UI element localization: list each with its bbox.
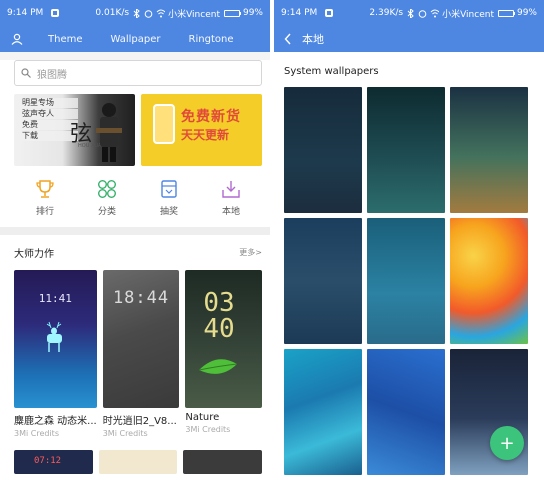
title-bar: 本地 bbox=[274, 26, 544, 52]
banner-music-promo[interactable]: 明星专场 弦声夺人 免费 下载 弦 HOU XUAN bbox=[14, 94, 135, 166]
network-speed: 2.39K/s bbox=[369, 8, 404, 18]
theme-card-partial[interactable] bbox=[98, 450, 178, 474]
phone-illustration bbox=[153, 104, 175, 144]
more-link[interactable]: 更多> bbox=[239, 247, 262, 258]
notification-icon bbox=[50, 9, 59, 18]
ticket-icon bbox=[158, 178, 180, 200]
network-speed: 0.01K/s bbox=[95, 8, 130, 18]
theme-preview: 03 40 bbox=[185, 270, 262, 408]
banner-free-title: 免费新货 bbox=[181, 109, 241, 125]
more-theme-cards: 07:12 bbox=[14, 450, 263, 474]
section-title: 大师力作 bbox=[14, 249, 54, 260]
theme-price: 3Mi Credits bbox=[185, 425, 231, 434]
alarm-icon bbox=[418, 9, 427, 18]
quick-link-lottery[interactable]: 抽奖 bbox=[149, 178, 189, 217]
tab-ringtone[interactable]: Ringtone bbox=[175, 34, 248, 45]
wallpaper-content: System wallpapers + bbox=[274, 52, 544, 480]
user-icon[interactable] bbox=[0, 33, 34, 45]
theme-store-screen: 9:14 PM 0.01K/s 小米Vincent 99% Theme Wall… bbox=[0, 0, 270, 480]
theme-card[interactable]: 03 40 Nature 3Mi Credits bbox=[185, 270, 262, 438]
search-placeholder: 狼图腾 bbox=[37, 69, 67, 81]
preview-clock: 03 40 bbox=[203, 290, 234, 342]
wallpaper-thumbnail[interactable] bbox=[367, 218, 445, 344]
tab-theme[interactable]: Theme bbox=[34, 34, 97, 45]
bluetooth-icon bbox=[132, 8, 141, 18]
quick-link-label: 排行 bbox=[35, 207, 54, 217]
banner-free-new[interactable]: 免费新货 天天更新 bbox=[141, 94, 262, 166]
leaf-illustration bbox=[199, 359, 238, 374]
status-time: 9:14 PM bbox=[281, 8, 318, 18]
notification-icon bbox=[324, 9, 333, 18]
wifi-icon bbox=[430, 9, 440, 18]
quick-link-label: 抽奖 bbox=[159, 207, 178, 217]
search-icon bbox=[21, 68, 31, 78]
wallpaper-thumbnail[interactable] bbox=[367, 87, 445, 213]
deer-illustration bbox=[46, 321, 62, 352]
preview-clock-line: 40 bbox=[203, 314, 235, 344]
status-bar: 9:14 PM 0.01K/s 小米Vincent 99% bbox=[0, 0, 270, 26]
theme-card[interactable]: 11:41 麋鹿之森 动态米... 3Mi Credits bbox=[14, 270, 97, 438]
singer-image bbox=[96, 103, 122, 162]
wallpaper-thumbnail[interactable] bbox=[450, 87, 528, 213]
carrier-name: 小米Vincent bbox=[442, 9, 494, 20]
theme-price: 3Mi Credits bbox=[14, 429, 59, 438]
wallpaper-thumbnail[interactable] bbox=[284, 349, 362, 475]
battery-indicator: 99% bbox=[223, 8, 263, 18]
theme-name: Nature bbox=[185, 412, 220, 423]
section-divider bbox=[0, 227, 270, 235]
theme-card-partial[interactable] bbox=[183, 450, 263, 474]
wifi-icon bbox=[156, 9, 166, 18]
quick-link-local[interactable]: 本地 bbox=[211, 178, 251, 217]
search-input[interactable]: 狼图腾 bbox=[14, 60, 262, 86]
theme-cards: 11:41 麋鹿之森 动态米... 3Mi Credits 18:44 时光逍旧… bbox=[14, 270, 262, 438]
theme-price: 3Mi Credits bbox=[102, 429, 148, 438]
top-tabs-bar: Theme Wallpaper Ringtone bbox=[0, 26, 270, 52]
theme-name: 时光逍旧2_V8... bbox=[102, 416, 177, 427]
theme-content: 狼图腾 明星专场 弦声夺人 免费 下载 弦 HOU XUAN 免费新货 天天更新… bbox=[0, 60, 270, 480]
preview-clock-line: 03 bbox=[203, 288, 235, 318]
page-title: 本地 bbox=[302, 33, 324, 46]
quick-link-label: 本地 bbox=[221, 207, 240, 217]
status-bar: 9:14 PM 2.39K/s 小米Vincent 99% bbox=[274, 0, 544, 26]
carrier-name: 小米Vincent bbox=[168, 9, 220, 20]
theme-preview: 18:44 bbox=[102, 270, 180, 408]
chevron-left-icon bbox=[284, 33, 291, 45]
banner-carousel: 明星专场 弦声夺人 免费 下载 弦 HOU XUAN 免费新货 天天更新 bbox=[14, 94, 262, 166]
wallpaper-grid bbox=[284, 87, 544, 475]
preview-clock: 11:41 bbox=[38, 292, 72, 305]
section-header: 大师力作 更多> bbox=[0, 235, 270, 260]
theme-preview: 11:41 bbox=[14, 270, 97, 408]
section-title: System wallpapers bbox=[284, 66, 379, 77]
quick-link-category[interactable]: 分类 bbox=[87, 178, 127, 217]
screenshot-stage: 9:14 PM 0.01K/s 小米Vincent 99% Theme Wall… bbox=[0, 0, 544, 480]
bluetooth-icon bbox=[406, 8, 415, 18]
preview-clock: 07:12 bbox=[34, 456, 62, 466]
back-button[interactable] bbox=[274, 33, 302, 45]
alarm-icon bbox=[144, 9, 153, 18]
status-time: 9:14 PM bbox=[7, 8, 44, 18]
quick-links: 排行 分类 抽奖 本地 bbox=[14, 178, 262, 217]
quick-link-label: 分类 bbox=[97, 207, 116, 217]
quick-link-ranking[interactable]: 排行 bbox=[25, 178, 65, 217]
wallpaper-thumbnail[interactable] bbox=[284, 87, 362, 213]
download-tray-icon bbox=[220, 178, 242, 200]
theme-name: 麋鹿之森 动态米... bbox=[14, 416, 97, 427]
theme-card-partial[interactable]: 07:12 bbox=[14, 450, 93, 474]
trophy-icon bbox=[34, 178, 56, 200]
tab-wallpaper[interactable]: Wallpaper bbox=[97, 34, 175, 45]
add-wallpaper-button[interactable]: + bbox=[490, 426, 524, 460]
wallpaper-thumbnail[interactable] bbox=[367, 349, 445, 475]
wallpaper-thumbnail[interactable] bbox=[450, 218, 528, 344]
battery-percent: 99% bbox=[242, 8, 263, 18]
theme-card[interactable]: 18:44 时光逍旧2_V8... 3Mi Credits bbox=[102, 270, 180, 438]
battery-indicator: 99% bbox=[497, 8, 537, 18]
preview-clock: 18:44 bbox=[112, 288, 170, 308]
wallpaper-thumbnail[interactable] bbox=[284, 218, 362, 344]
local-wallpapers-screen: 9:14 PM 2.39K/s 小米Vincent 99% 本地 System … bbox=[274, 0, 544, 480]
banner-free-subtitle: 天天更新 bbox=[181, 128, 230, 142]
grid-circles-icon bbox=[96, 178, 118, 200]
battery-percent: 99% bbox=[516, 8, 537, 18]
